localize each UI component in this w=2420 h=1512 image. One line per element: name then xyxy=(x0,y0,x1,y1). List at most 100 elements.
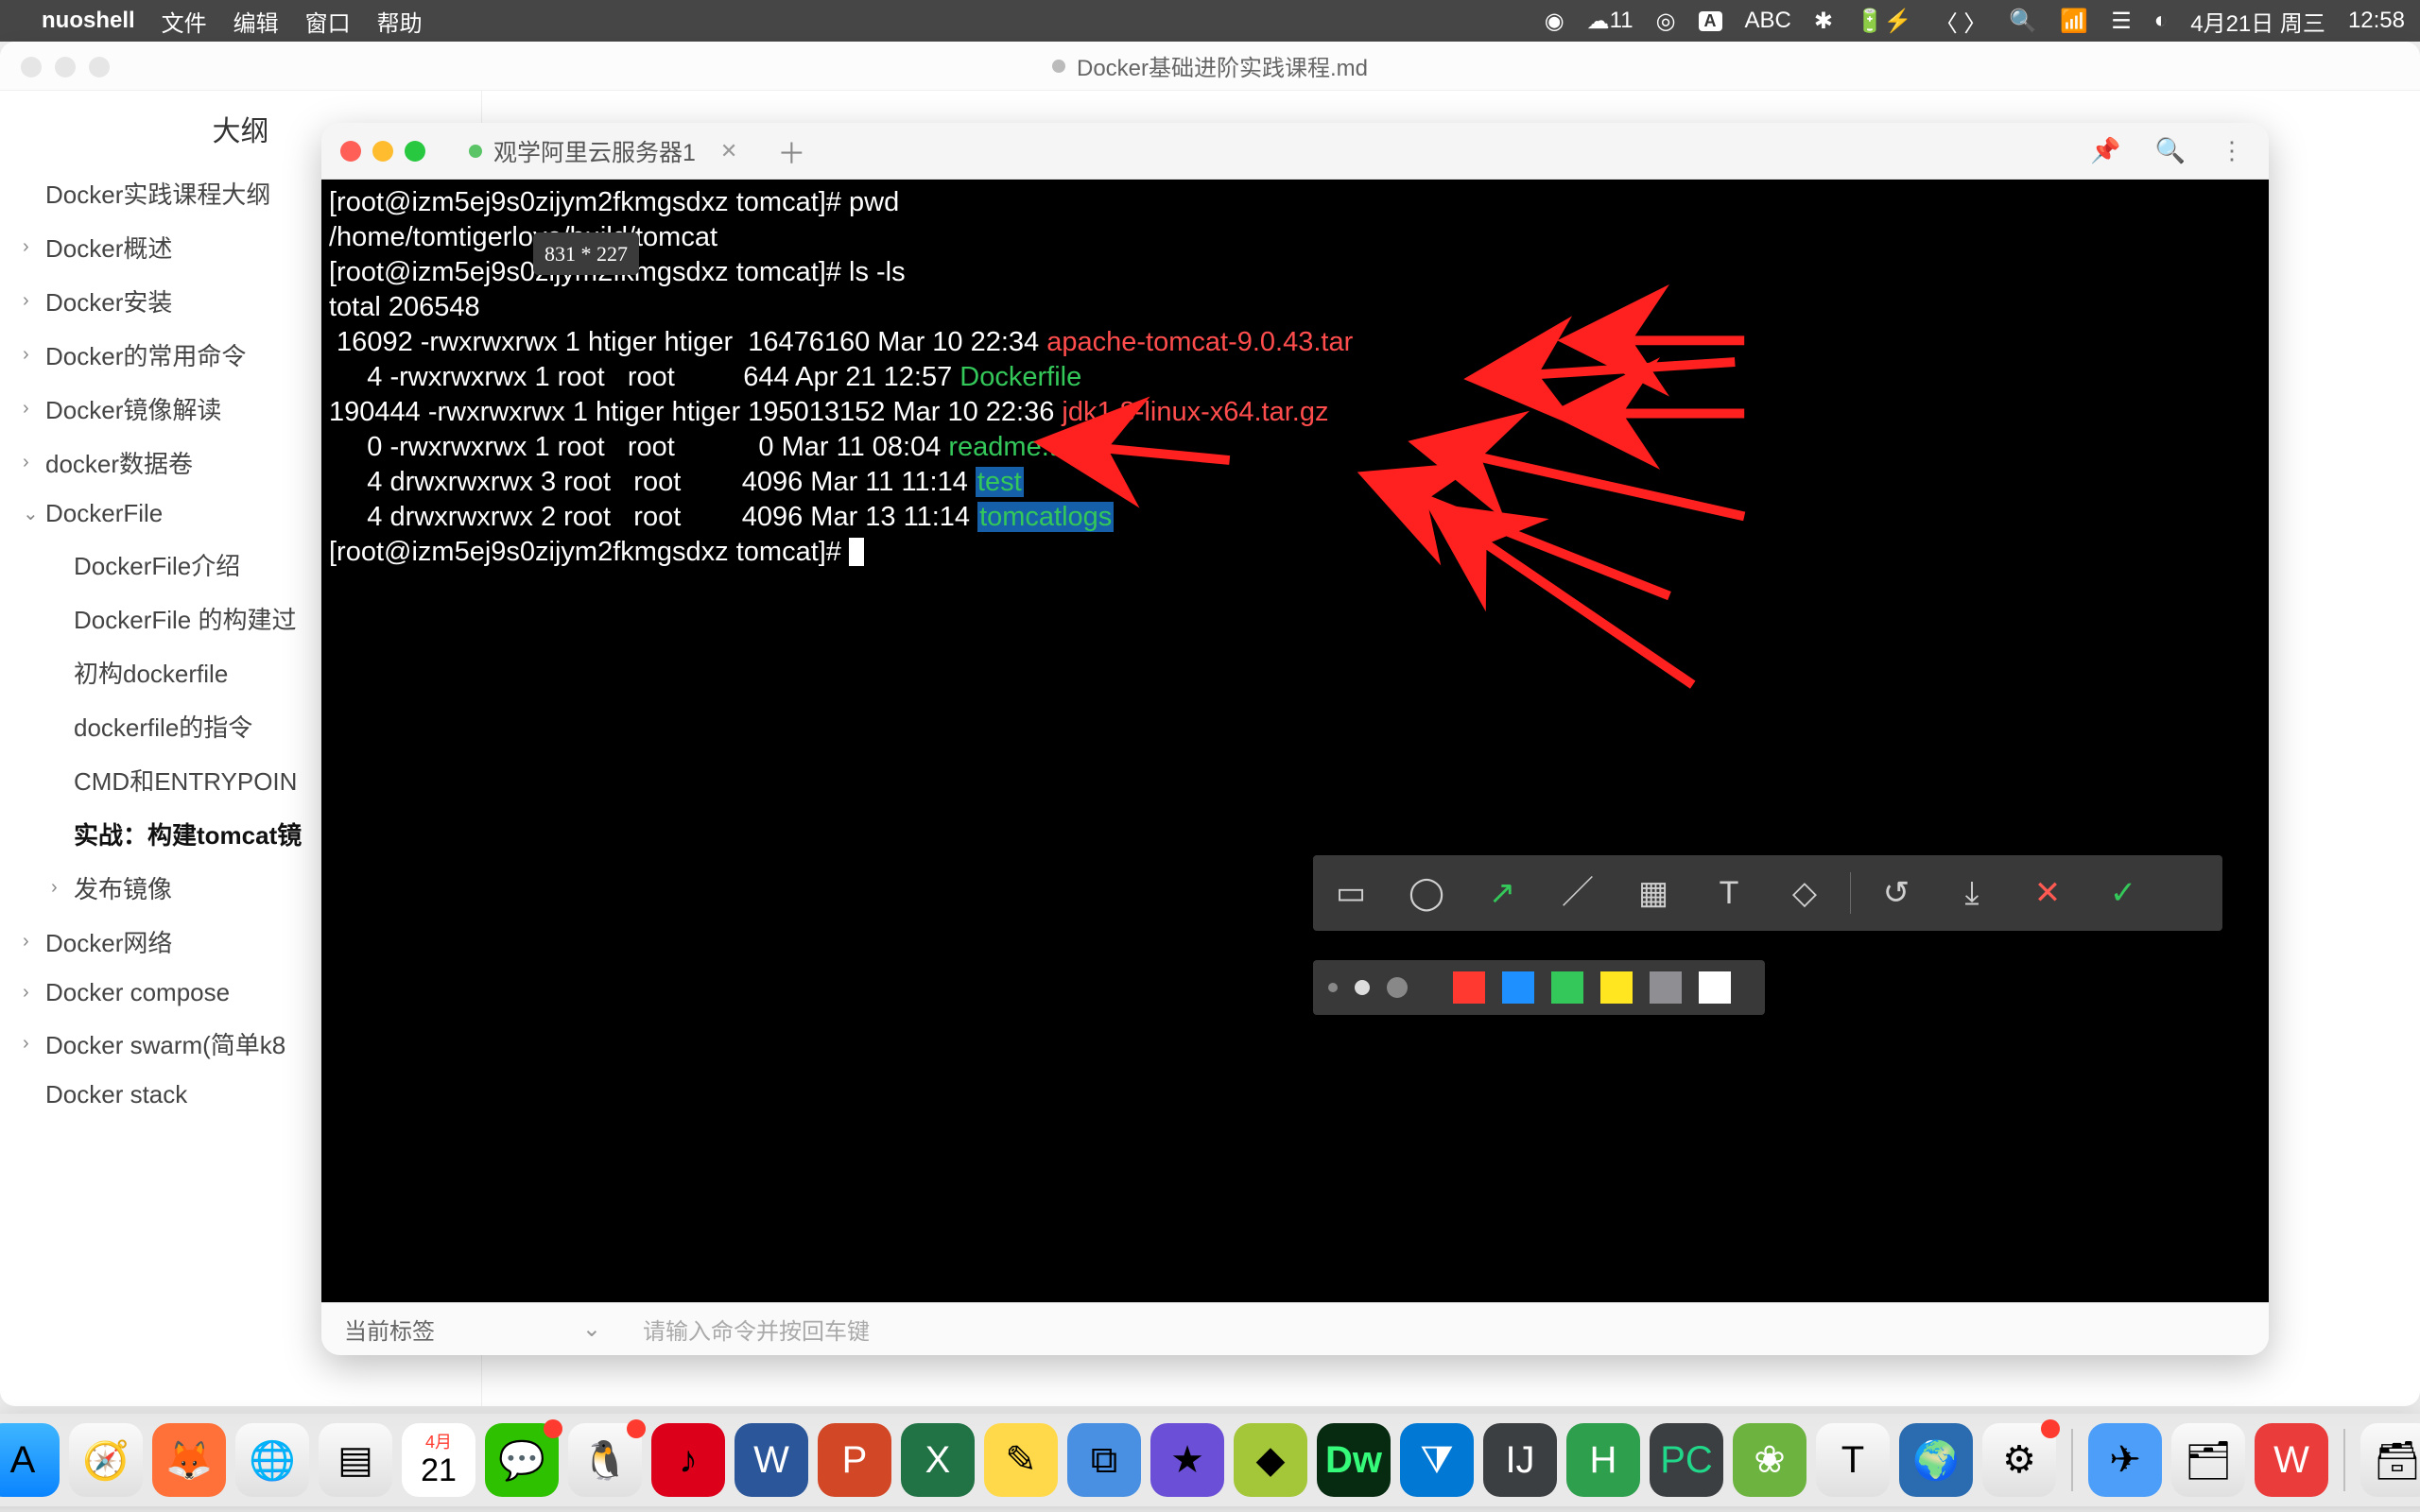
editor-title: Docker基础进阶实践课程.md xyxy=(1077,49,1368,82)
size-medium[interactable] xyxy=(1355,980,1370,995)
selection-size-badge: 831 * 227 xyxy=(533,232,639,275)
tool-arrow[interactable]: ↗ xyxy=(1464,855,1540,931)
chevron-right-icon: › xyxy=(23,398,45,420)
pin-icon[interactable]: 📌 xyxy=(2077,136,2134,165)
mouse-cursor-icon: ↖ xyxy=(1456,664,1478,699)
menu-file[interactable]: 文件 xyxy=(162,5,207,38)
dock-powerpoint[interactable]: P xyxy=(818,1423,891,1497)
dock-screenshot[interactable]: ⧉ xyxy=(1067,1423,1141,1497)
outline-label: Docker镜像解读 xyxy=(45,391,221,426)
dev-icon[interactable]: 〈 〉 xyxy=(1935,5,1987,38)
dock-utility1[interactable]: ✎ xyxy=(984,1423,1058,1497)
search-icon[interactable]: 🔍 xyxy=(2142,136,2199,165)
record-icon[interactable]: ◉ xyxy=(1545,8,1564,35)
spotlight-icon[interactable]: 🔍 xyxy=(2009,8,2037,35)
tag-dropdown[interactable]: 当前标签⌄ xyxy=(321,1313,624,1346)
dock-spring[interactable]: ❀ xyxy=(1733,1423,1806,1497)
chevron-right-icon: › xyxy=(51,877,74,899)
new-tab-button[interactable]: ＋ xyxy=(764,130,819,172)
dock-chrome[interactable]: 🌐 xyxy=(235,1423,309,1497)
tab-title: 观学阿里云服务器1 xyxy=(493,134,696,168)
dock-wps[interactable]: W xyxy=(2255,1423,2328,1497)
terminal-line: [root@izm5ej9s0zijym2fkmgsdxz tomcat]# p… xyxy=(329,185,2261,220)
wechat-status-icon[interactable]: ☁ 11 xyxy=(1587,8,1634,35)
macos-menubar: nuoshell 文件 编辑 窗口 帮助 ◉ ☁ 11 ◎ A ABC ✱ 🔋⚡… xyxy=(0,0,2420,42)
dock-android[interactable]: ◆ xyxy=(1234,1423,1307,1497)
tool-line[interactable]: ／ xyxy=(1540,855,1616,931)
wifi-icon[interactable]: 📶 xyxy=(2060,8,2088,35)
battery-icon[interactable]: 🔋⚡ xyxy=(1856,8,1912,35)
dock-calendar[interactable]: 4月21 xyxy=(402,1423,475,1497)
dock-star[interactable]: ★ xyxy=(1150,1423,1224,1497)
terminal-traffic-lights[interactable] xyxy=(340,141,425,162)
dock-wechat[interactable]: 💬 xyxy=(485,1423,559,1497)
editor-traffic-lights[interactable] xyxy=(21,57,110,77)
dock-qq[interactable]: 🐧 xyxy=(568,1423,642,1497)
input-method[interactable]: A xyxy=(1699,11,1722,31)
dock-launchpad[interactable]: ▤ xyxy=(319,1423,392,1497)
terminal-line: 190444 -rwxrwxrwx 1 htiger htiger 195013… xyxy=(329,395,2261,430)
terminal-tab[interactable]: 观学阿里云服务器1 ✕ xyxy=(450,127,756,176)
color-green[interactable] xyxy=(1551,971,1583,1004)
dock-appstore[interactable]: A xyxy=(0,1423,60,1497)
chevron-down-icon: ⌄ xyxy=(23,502,45,525)
color-white[interactable] xyxy=(1699,971,1731,1004)
color-blue[interactable] xyxy=(1502,971,1534,1004)
size-small[interactable] xyxy=(1328,983,1338,992)
chevron-down-icon: ⌄ xyxy=(582,1315,601,1343)
dock-downloads[interactable]: 🗃 xyxy=(2360,1423,2420,1497)
command-input[interactable]: 请输入命令并按回车键 xyxy=(624,1313,2269,1346)
dock-music[interactable]: ♪ xyxy=(651,1423,725,1497)
dock-vscode[interactable]: ⧩ xyxy=(1400,1423,1474,1497)
dock-folders[interactable]: 🗂 xyxy=(2171,1423,2245,1497)
editor-titlebar: Docker基础进阶实践课程.md xyxy=(0,42,2420,91)
outline-label: Docker实践课程大纲 xyxy=(45,176,270,211)
bluetooth-icon[interactable]: ✱ xyxy=(1814,8,1833,35)
color-yellow[interactable] xyxy=(1600,971,1633,1004)
dock-safari[interactable]: 🧭 xyxy=(69,1423,143,1497)
dock-text[interactable]: T xyxy=(1816,1423,1890,1497)
close-icon[interactable] xyxy=(340,141,361,162)
siri-icon[interactable]: ◐ xyxy=(2154,8,2169,34)
dock-lark[interactable]: ✈ xyxy=(2088,1423,2162,1497)
tool-cancel[interactable]: ✕ xyxy=(2010,855,2085,931)
dock-browser2[interactable]: 🌍 xyxy=(1899,1423,1973,1497)
dock-intellij[interactable]: IJ xyxy=(1483,1423,1557,1497)
dock-firefox[interactable]: 🦊 xyxy=(152,1423,226,1497)
tool-text[interactable]: T xyxy=(1691,855,1767,931)
tool-circle[interactable]: ◯ xyxy=(1389,855,1464,931)
chevron-right-icon: › xyxy=(23,344,45,366)
outline-label: 实战：构建tomcat镜 xyxy=(74,816,302,851)
color-red[interactable] xyxy=(1453,971,1485,1004)
dock: 🙂 A 🧭 🦊 🌐 ▤ 4月21 💬 🐧 ♪ W P X ✎ ⧉ ★ ◆ Dw … xyxy=(0,1414,2420,1506)
minimize-icon[interactable] xyxy=(372,141,393,162)
outline-label: 初构dockerfile xyxy=(74,655,228,690)
dock-pycharm[interactable]: PC xyxy=(1650,1423,1723,1497)
color-gray[interactable] xyxy=(1650,971,1682,1004)
dock-excel[interactable]: X xyxy=(901,1423,975,1497)
tool-save[interactable]: ⤓ xyxy=(1934,855,2010,931)
menu-help[interactable]: 帮助 xyxy=(377,5,423,38)
tool-rect[interactable]: ▭ xyxy=(1313,855,1389,931)
tool-mosaic[interactable]: ▦ xyxy=(1616,855,1691,931)
control-center-icon[interactable]: ☰ xyxy=(2111,8,2132,35)
menu-edit[interactable]: 编辑 xyxy=(233,5,279,38)
menubar-time[interactable]: 12:58 xyxy=(2348,8,2405,34)
menu-window[interactable]: 窗口 xyxy=(305,5,351,38)
dock-word[interactable]: W xyxy=(735,1423,808,1497)
dock-settings[interactable]: ⚙ xyxy=(1982,1423,2056,1497)
terminal-body[interactable]: 831 * 227 [root@izm5ej9s0zijym2fkmgsdxz … xyxy=(321,180,2269,1302)
tool-tag[interactable]: ◇ xyxy=(1767,855,1842,931)
size-large[interactable] xyxy=(1387,977,1408,998)
maximize-icon[interactable] xyxy=(405,141,425,162)
tool-undo[interactable]: ↺ xyxy=(1858,855,1934,931)
dock-dreamweaver[interactable]: Dw xyxy=(1317,1423,1391,1497)
dock-hbuilder[interactable]: H xyxy=(1566,1423,1640,1497)
menubar-date[interactable]: 4月21日 周三 xyxy=(2190,5,2325,38)
app-name[interactable]: nuoshell xyxy=(42,8,135,34)
more-icon[interactable]: ⋮ xyxy=(2206,136,2257,165)
tool-confirm[interactable]: ✓ xyxy=(2085,855,2161,931)
tab-close-icon[interactable]: ✕ xyxy=(720,139,737,163)
ime-label[interactable]: ABC xyxy=(1745,8,1791,34)
cc-icon[interactable]: ◎ xyxy=(1656,8,1676,35)
